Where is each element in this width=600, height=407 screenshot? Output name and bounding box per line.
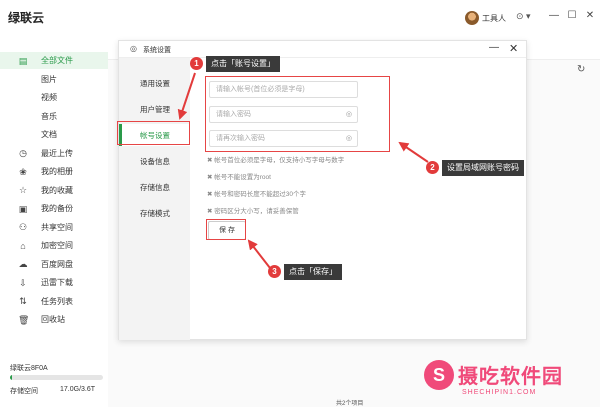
sidebar-item[interactable]: ☆ 我的收藏 xyxy=(0,182,108,199)
sidebar-item[interactable]: ⇅ 任务列表 xyxy=(0,293,108,310)
step2-callout: 设置局域网账号密码 xyxy=(442,160,524,176)
settings-dropdown-icon[interactable]: ⊙ ▾ xyxy=(516,11,531,22)
sidebar-item-label: 音乐 xyxy=(41,111,57,121)
sidebar-item-label: 全部文件 xyxy=(41,56,73,65)
trash-icon: 🗑 xyxy=(18,314,30,325)
sidebar-item[interactable]: ⚇ 共享空间 xyxy=(0,219,108,236)
file-icon: ▤ xyxy=(18,55,28,66)
device-name: 绿联云8F0A xyxy=(10,365,48,372)
storage-label: 存储空间 xyxy=(10,388,38,395)
transfer-icon: ⇅ xyxy=(19,296,27,306)
settings-nav: 通用设置 用户管理 帐号设置 设备信息 存储信息 存储模式 xyxy=(119,58,190,340)
step1-callout: 点击「账号设置」 xyxy=(206,56,280,72)
highlight-account-tab xyxy=(117,121,190,145)
sidebar-item-label: 我的备份 xyxy=(41,204,73,213)
sidebar-item[interactable]: ◷ 最近上传 xyxy=(0,145,108,162)
storage-progress xyxy=(10,375,103,380)
backup-icon: ▣ xyxy=(18,203,28,214)
sidebar-item[interactable]: 音乐 xyxy=(0,108,108,125)
highlight-fields xyxy=(205,76,390,152)
rule-text: ✖ 帐号首位必须是字母，仅支持小写字母与数字 xyxy=(207,157,345,164)
sidebar-item-label: 任务列表 xyxy=(41,296,73,306)
watermark-text: 摄吃软件园 xyxy=(458,366,563,388)
download-icon: ⇩ xyxy=(19,277,27,288)
user-menu[interactable]: 工具人 xyxy=(465,11,506,25)
clock-icon: ◷ xyxy=(19,148,27,158)
step3-badge: 3 xyxy=(268,265,281,278)
app-title: 绿联云 xyxy=(8,11,45,25)
step2-badge: 2 xyxy=(426,161,439,174)
settings-tab[interactable]: 存储模式 xyxy=(119,202,190,224)
settings-tab[interactable]: 存储信息 xyxy=(119,176,190,198)
sidebar-item[interactable]: ▣ 我的备份 xyxy=(0,200,108,217)
settings-gear-icon: ◎ xyxy=(130,44,137,53)
dialog-header: ◎ 系统设置 — ✕ xyxy=(119,41,526,58)
watermark-logo-icon: S xyxy=(424,360,454,390)
close-window-icon[interactable]: ✕ xyxy=(584,10,596,22)
sidebar-item-label: 图片 xyxy=(41,74,57,84)
step3-callout: 点击「保存」 xyxy=(284,264,342,280)
avatar[interactable] xyxy=(465,11,479,25)
dialog-close-icon[interactable]: ✕ xyxy=(509,42,518,55)
rule-text: ✖ 帐号和密码长度不能超过30个字 xyxy=(207,191,306,198)
sidebar-item[interactable]: ⇩ 迅雷下载 xyxy=(0,274,108,291)
minimize-icon[interactable]: — xyxy=(548,10,560,22)
sidebar-item[interactable]: ⌂ 加密空间 xyxy=(0,237,108,254)
sidebar-item[interactable]: 🗑 回收站 xyxy=(0,311,108,328)
star-icon: ☆ xyxy=(18,185,28,195)
sidebar-item[interactable]: 视频 xyxy=(0,89,108,106)
sidebar-item-label: 文档 xyxy=(41,130,57,139)
lock-icon: ⌂ xyxy=(20,240,26,251)
settings-tab[interactable]: 用户管理 xyxy=(119,98,190,120)
sidebar-item-label: 我的收藏 xyxy=(41,185,73,195)
rule-text: ✖ 密码区分大小写，请妥善保管 xyxy=(207,208,299,215)
settings-tab[interactable]: 通用设置 xyxy=(119,72,190,94)
dialog-minimize-icon[interactable]: — xyxy=(489,42,499,53)
sidebar-item-label: 百度网盘 xyxy=(41,259,73,269)
sidebar-item[interactable]: ☁ 百度网盘 xyxy=(0,256,108,273)
title-bar: 绿联云 工具人 ⊙ ▾ — ☐ ✕ xyxy=(0,0,600,34)
highlight-save xyxy=(206,219,246,240)
album-icon: ❀ xyxy=(19,166,27,177)
settings-tab[interactable]: 设备信息 xyxy=(119,150,190,172)
cloud-icon: ☁ xyxy=(18,259,28,269)
maximize-icon[interactable]: ☐ xyxy=(566,10,578,22)
dialog-title: 系统设置 xyxy=(143,47,171,54)
refresh-icon[interactable]: ↻ xyxy=(577,64,585,75)
storage-progress-fill xyxy=(10,375,12,380)
item-count: 共2个项目 xyxy=(336,401,364,407)
sidebar-item-label: 共享空间 xyxy=(41,222,73,232)
storage-value: 17.0G/3.6T xyxy=(60,386,96,393)
sidebar-item-label: 我的相册 xyxy=(41,167,73,176)
user-name: 工具人 xyxy=(482,13,506,23)
sidebar-item-label: 最近上传 xyxy=(41,148,73,158)
sidebar-item-label: 迅雷下载 xyxy=(41,278,73,287)
sidebar-item[interactable]: 图片 xyxy=(0,71,108,88)
sidebar-item-label: 回收站 xyxy=(41,315,65,324)
sidebar-item-label: 加密空间 xyxy=(41,241,73,250)
watermark-url: SHECHIPIN1.COM xyxy=(462,389,537,396)
sidebar-item[interactable]: ▤ 全部文件 xyxy=(0,52,108,69)
sidebar-item[interactable]: 文档 xyxy=(0,126,108,143)
step1-badge: 1 xyxy=(190,57,203,70)
sidebar-item-label: 视频 xyxy=(41,93,57,102)
sidebar-item[interactable]: ❀ 我的相册 xyxy=(0,163,108,180)
share-icon: ⚇ xyxy=(18,222,28,232)
sidebar: ▤ 全部文件图片视频音乐文档 ◷ 最近上传 ❀ 我的相册 ☆ 我的收藏 ▣ 我的备份 ⚇ 共享空间 ⌂ 加… xyxy=(0,40,108,407)
rule-text: ✖ 帐号不能设置为root xyxy=(207,174,271,181)
